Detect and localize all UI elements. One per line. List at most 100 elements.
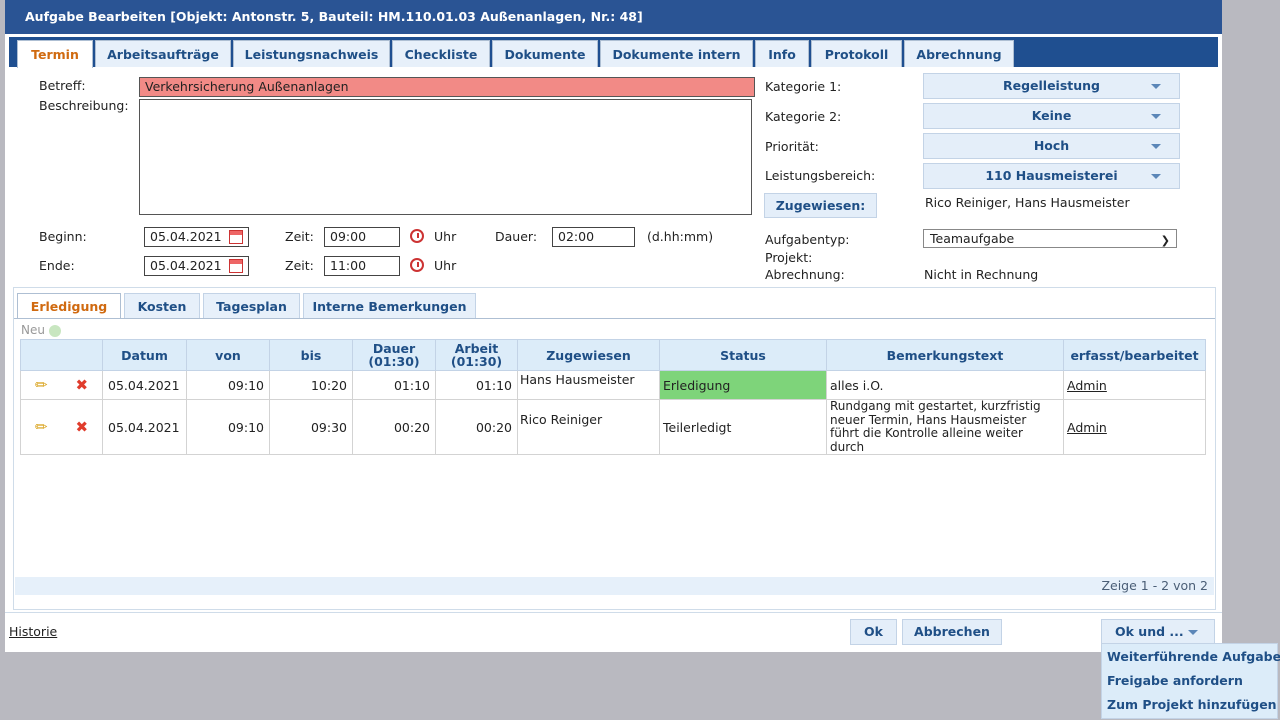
tab-checkliste[interactable]: Checkliste (392, 40, 490, 67)
tab-leistungsnachweis[interactable]: Leistungsnachweis (233, 40, 390, 67)
table-header-row: Datum von bis Dauer (01:30) Arbeit (01:30)… (20, 339, 1206, 371)
subtab-kosten[interactable]: Kosten (124, 293, 200, 319)
cell-arbeit: 00:20 (435, 399, 518, 455)
subtab-interne-bemerkungen[interactable]: Interne Bemerkungen (303, 293, 476, 319)
chevron-down-icon (1151, 144, 1161, 149)
betreff-input[interactable]: Verkehrsicherung Außenanlagen (139, 77, 755, 97)
table-row: ✏ ✖ 05.04.2021 09:10 09:30 00:20 00:20 R… (20, 399, 1206, 455)
clock-icon[interactable] (410, 258, 424, 272)
add-icon (48, 324, 61, 337)
abrechnung-label: Abrechnung: (765, 267, 845, 282)
col-bemerkung[interactable]: Bemerkungstext (826, 339, 1064, 371)
main-tab-bar: Termin Arbeitsaufträge Leistungsnachweis… (9, 37, 1218, 68)
admin-link[interactable]: Admin (1067, 378, 1107, 393)
zeit-label: Zeit: (285, 229, 314, 244)
cell-zugewiesen: Hans Hausmeister (517, 370, 660, 400)
cell-datum: 05.04.2021 (102, 399, 187, 455)
menu-item-weiterfuehrende-aufgabe[interactable]: Weiterführende Aufgabe (1107, 649, 1280, 664)
subtab-tagesplan[interactable]: Tagesplan (203, 293, 300, 319)
tab-termin[interactable]: Termin (17, 40, 93, 68)
footer-divider (5, 612, 1222, 613)
beschreibung-textarea[interactable] (139, 99, 752, 215)
dialog-title: Aufgabe Bearbeiten [Objekt: Antonstr. 5,… (5, 0, 1222, 34)
aufgabentyp-label: Aufgabentyp: (765, 232, 850, 247)
menu-item-zum-projekt-hinzufuegen[interactable]: Zum Projekt hinzufügen (1107, 697, 1277, 712)
prioritaet-value: Hoch (1033, 138, 1070, 153)
cell-erfasst: Admin (1063, 370, 1206, 400)
projekt-label: Projekt: (765, 250, 813, 265)
col-zugewiesen[interactable]: Zugewiesen (517, 339, 660, 371)
dauer-input[interactable]: 02:00 (552, 227, 635, 247)
cell-bemerkung: alles i.O. (826, 370, 1064, 400)
kategorie1-dropdown[interactable]: Regelleistung (923, 73, 1180, 99)
row-actions: ✏ ✖ (20, 399, 103, 455)
menu-item-freigabe-anfordern[interactable]: Freigabe anfordern (1107, 673, 1243, 688)
tab-abrechnung[interactable]: Abrechnung (904, 40, 1014, 67)
clock-icon[interactable] (410, 229, 424, 243)
aufgabentyp-select[interactable]: Teamaufgabe ❯ (923, 229, 1177, 248)
col-datum[interactable]: Datum (102, 339, 187, 371)
tab-protokoll[interactable]: Protokoll (811, 40, 902, 67)
kategorie2-dropdown[interactable]: Keine (923, 103, 1180, 129)
ok-und-dropdown-button[interactable]: Ok und ... (1101, 619, 1215, 645)
erledigung-table: Datum von bis Dauer (01:30) Arbeit (01:30)… (20, 339, 1206, 455)
delete-x-icon[interactable]: ✖ (75, 418, 88, 436)
leistungsbereich-dropdown[interactable]: 110 Hausmeisterei (923, 163, 1180, 189)
chevron-down-icon (1188, 630, 1198, 635)
zugewiesen-button[interactable]: Zugewiesen: (764, 193, 877, 218)
calendar-icon[interactable] (229, 259, 243, 273)
admin-link[interactable]: Admin (1067, 420, 1107, 435)
zeit-end-input[interactable]: 11:00 (324, 256, 400, 276)
prioritaet-dropdown[interactable]: Hoch (923, 133, 1180, 159)
abrechnung-value: Nicht in Rechnung (924, 267, 1039, 282)
cell-bis: 09:30 (269, 399, 353, 455)
zeit-begin-input[interactable]: 09:00 (324, 227, 400, 247)
beginn-label: Beginn: (39, 229, 87, 244)
ok-und-menu: Weiterführende Aufgabe Freigabe anforder… (1101, 643, 1280, 719)
col-von[interactable]: von (186, 339, 270, 371)
abbrechen-button[interactable]: Abbrechen (902, 619, 1002, 645)
chevron-down-icon: ❯ (1160, 234, 1170, 247)
ok-button[interactable]: Ok (850, 619, 897, 645)
calendar-icon[interactable] (229, 230, 243, 244)
tab-arbeitsauftraege[interactable]: Arbeitsaufträge (95, 40, 231, 67)
erledigung-panel: Erledigung Kosten Tagesplan Interne Beme… (13, 287, 1216, 610)
aufgabentyp-value: Teamaufgabe (930, 231, 1015, 246)
prioritaet-label: Priorität: (765, 139, 819, 154)
tab-dokumente-intern[interactable]: Dokumente intern (600, 40, 753, 67)
subtab-divider (14, 318, 1215, 319)
uhr-label: Uhr (434, 258, 457, 273)
kategorie1-label: Kategorie 1: (765, 79, 842, 94)
new-entry-label: Neu (21, 323, 45, 337)
chevron-down-icon (1151, 84, 1161, 89)
kategorie2-label: Kategorie 2: (765, 109, 842, 124)
edit-pencil-icon[interactable]: ✏ (35, 376, 48, 394)
historie-link-text[interactable]: Historie (9, 624, 57, 639)
col-bis[interactable]: bis (269, 339, 353, 371)
chevron-down-icon (1151, 174, 1161, 179)
subtab-erledigung[interactable]: Erledigung (17, 293, 121, 319)
col-erfasst[interactable]: erfasst/bearbeitet (1063, 339, 1206, 371)
col-arbeit-sub: (01:30) (450, 354, 503, 369)
delete-x-icon[interactable]: ✖ (75, 376, 88, 394)
col-arbeit[interactable]: Arbeit (01:30) (435, 339, 518, 371)
new-entry-button[interactable]: Neu (21, 323, 61, 337)
cell-bemerkung: Rundgang mit gestartet, kurzfristig neue… (826, 399, 1064, 455)
uhr-label: Uhr (434, 229, 457, 244)
col-dauer[interactable]: Dauer (01:30) (352, 339, 436, 371)
dauer-format-hint: (d.hh:mm) (647, 229, 714, 244)
col-status[interactable]: Status (659, 339, 827, 371)
chevron-down-icon (1151, 114, 1161, 119)
edit-pencil-icon[interactable]: ✏ (35, 418, 48, 436)
cell-datum: 05.04.2021 (102, 370, 187, 400)
cell-dauer: 01:10 (352, 370, 436, 400)
tab-info[interactable]: Info (755, 40, 809, 67)
ende-label: Ende: (39, 258, 75, 273)
betreff-label: Betreff: (39, 78, 86, 93)
table-row: ✏ ✖ 05.04.2021 09:10 10:20 01:10 01:10 H… (20, 370, 1206, 400)
tab-dokumente[interactable]: Dokumente (492, 40, 598, 67)
historie-link[interactable]: Historie (9, 624, 57, 639)
cell-von: 09:10 (186, 370, 270, 400)
pager-text: Zeige 1 - 2 von 2 (15, 577, 1214, 595)
leistungsbereich-value: 110 Hausmeisterei (985, 168, 1118, 183)
